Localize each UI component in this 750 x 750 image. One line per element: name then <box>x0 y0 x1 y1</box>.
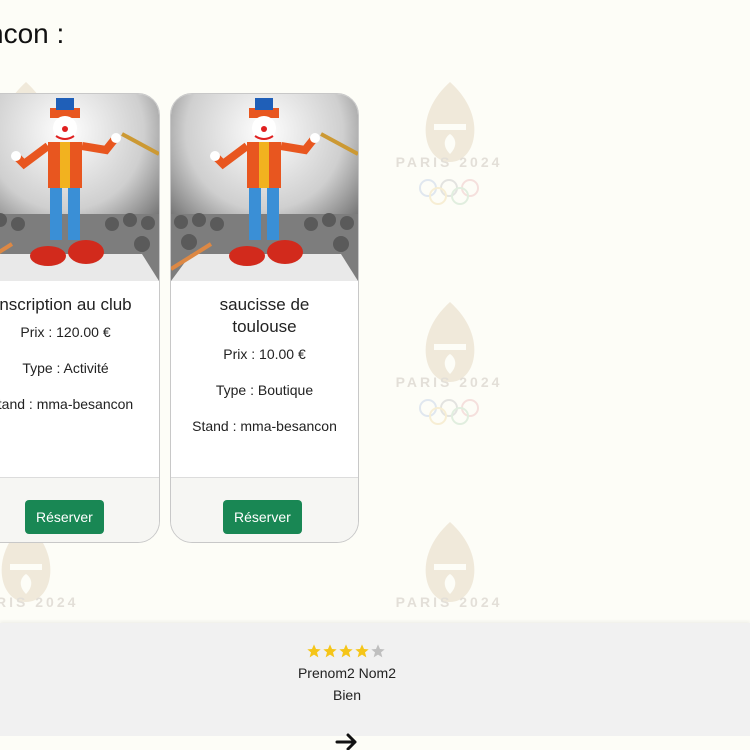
paris-2024-watermark: PARIS 2024 <box>390 300 508 430</box>
star-filled-icon <box>307 644 321 658</box>
card-price: Prix : 10.00 € <box>223 346 306 362</box>
flame-icon <box>425 82 475 162</box>
watermark-text: PARIS 2024 <box>395 154 503 170</box>
card-price: Prix : 120.00 € <box>20 324 111 340</box>
flame-icon <box>425 302 475 382</box>
card-title: nscription au club <box>0 295 132 314</box>
card-footer: Réserver <box>171 477 358 542</box>
star-filled-icon <box>323 644 337 658</box>
product-card: saucisse de toulouse Prix : 10.00 € Type… <box>170 93 359 543</box>
star-empty-icon <box>371 644 385 658</box>
card-stand: Stand : mma-besancon <box>192 418 337 434</box>
watermark-text: PARIS 2024 <box>0 594 79 610</box>
clown-image <box>171 94 358 281</box>
card-stand: tand : mma-besancon <box>0 396 134 412</box>
page-title: ncon : <box>0 18 65 49</box>
flame-icon <box>425 522 475 602</box>
star-filled-icon <box>339 644 353 658</box>
card-type: Type : Boutique <box>215 382 314 398</box>
watermark-text: PARIS 2024 <box>395 594 503 610</box>
watermark-text: PARIS 2024 <box>395 374 503 390</box>
review-comment: Bien <box>332 687 362 703</box>
card-type: Type : Activité <box>22 360 109 376</box>
reserve-button[interactable]: Réserver <box>223 500 302 534</box>
olympic-rings-icon <box>419 399 479 425</box>
star-filled-icon <box>355 644 369 658</box>
clown-image <box>0 94 159 281</box>
review-carousel: Prenom2 Nom2 Bien <box>0 623 750 736</box>
card-footer: Réserver <box>0 477 159 542</box>
paris-2024-watermark: PARIS 2024 <box>390 80 508 210</box>
reviewer-name: Prenom2 Nom2 <box>297 665 397 681</box>
rating-stars <box>306 643 386 659</box>
olympic-rings-icon <box>419 179 479 205</box>
card-title: saucisse de toulouse <box>219 295 310 336</box>
reserve-button[interactable]: Réserver <box>25 500 104 534</box>
arrow-right-icon[interactable] <box>335 733 359 750</box>
product-card: nscription au club Prix : 120.00 € Type … <box>0 93 160 543</box>
